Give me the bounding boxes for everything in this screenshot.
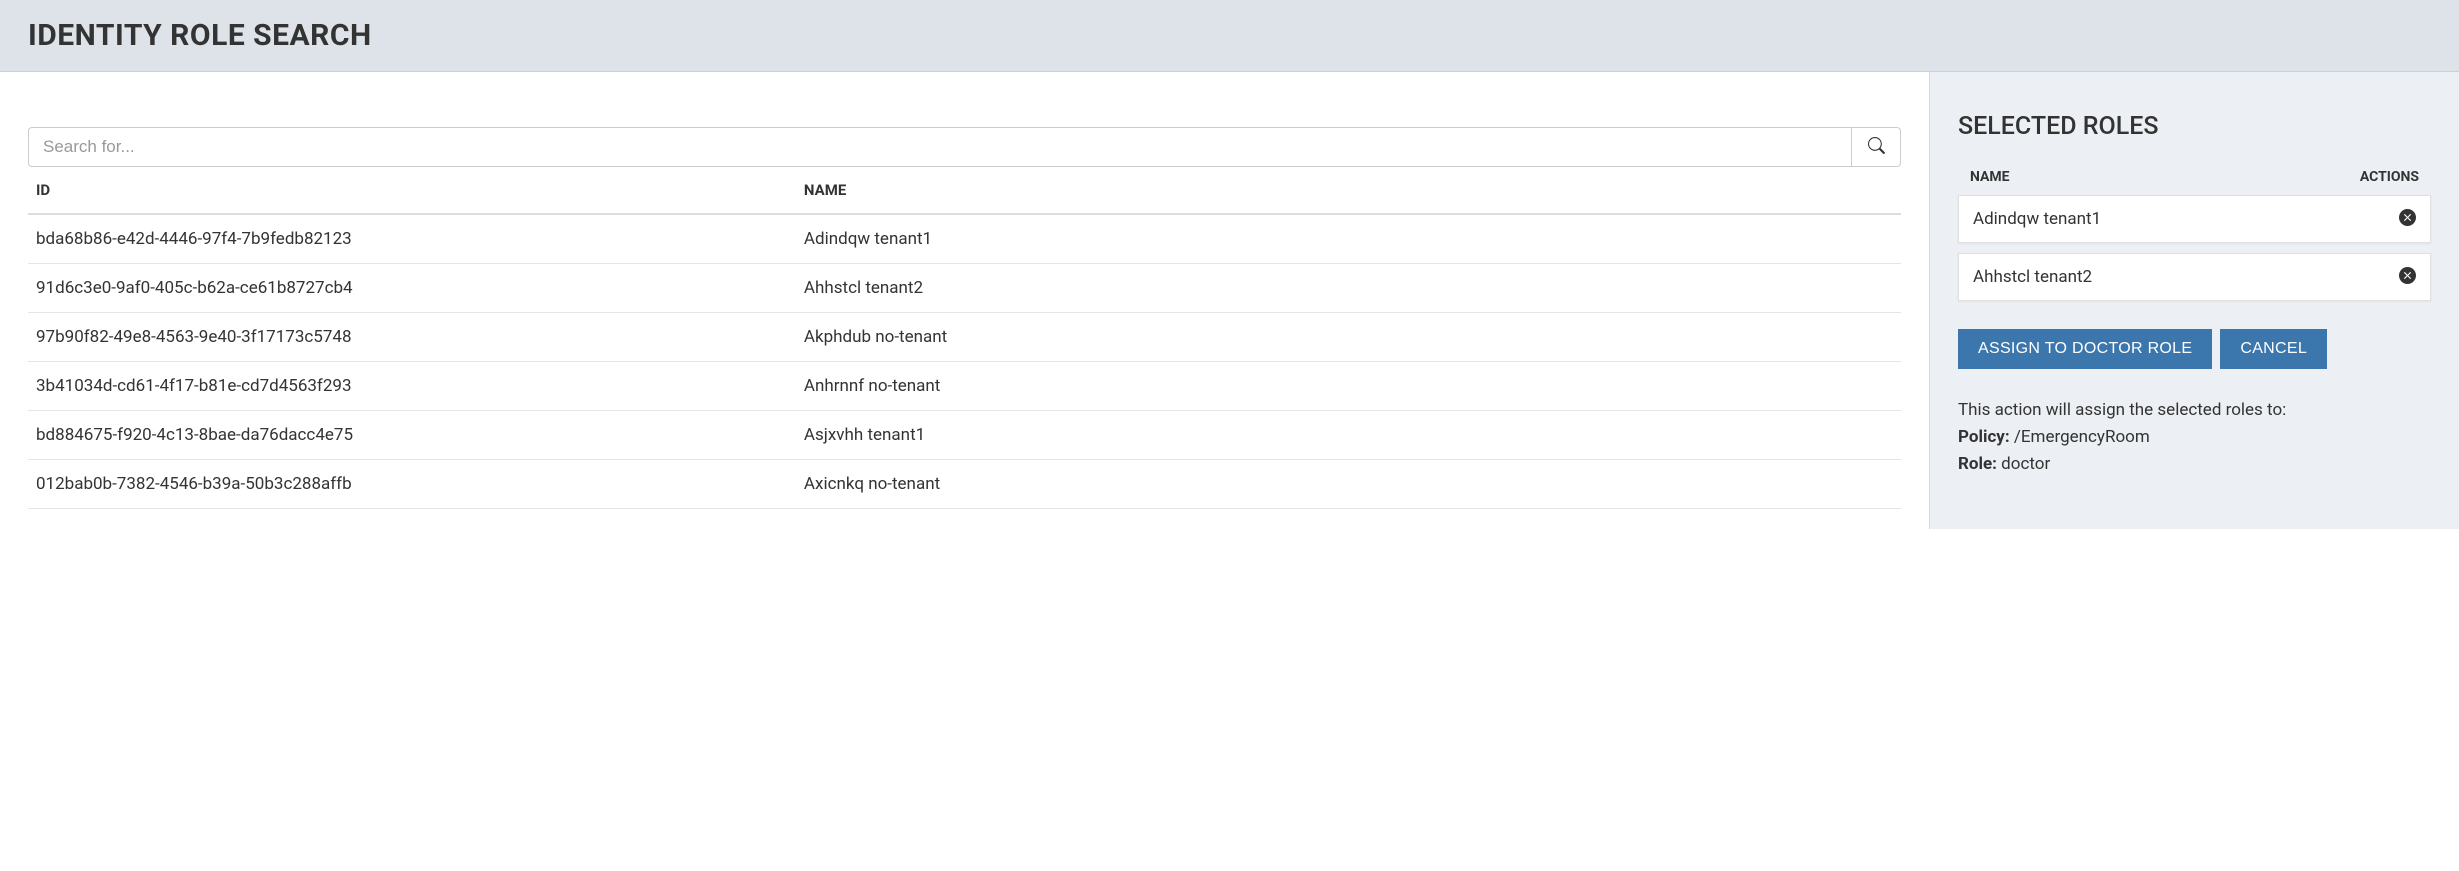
selected-item-name: Ahhstcl tenant2 [1973,267,2092,287]
page-header: IDENTITY ROLE SEARCH [0,0,2459,72]
cell-id: bda68b86-e42d-4446-97f4-7b9fedb82123 [28,214,796,264]
table-row[interactable]: 3b41034d-cd61-4f17-b81e-cd7d4563f293Anhr… [28,362,1901,411]
cell-name: Asjxvhh tenant1 [796,411,1901,460]
cell-name: Axicnkq no-tenant [796,460,1901,509]
cell-name: Adindqw tenant1 [796,214,1901,264]
close-icon [2399,209,2416,229]
search-icon [1868,137,1885,157]
cell-id: 97b90f82-49e8-4563-9e40-3f17173c5748 [28,313,796,362]
info-policy: Policy: /EmergencyRoom [1958,424,2431,451]
search-panel: ID NAME bda68b86-e42d-4446-97f4-7b9fedb8… [0,72,1929,529]
page-title: IDENTITY ROLE SEARCH [28,18,2431,53]
selected-item-name: Adindqw tenant1 [1973,209,2101,229]
search-group [28,127,1901,167]
selected-item: Ahhstcl tenant2 [1958,253,2431,301]
selected-title: SELECTED ROLES [1958,112,2431,141]
table-row[interactable]: bda68b86-e42d-4446-97f4-7b9fedb82123Adin… [28,214,1901,264]
search-button[interactable] [1851,127,1901,167]
cell-id: 012bab0b-7382-4546-b39a-50b3c288affb [28,460,796,509]
cell-id: bd884675-f920-4c13-8bae-da76dacc4e75 [28,411,796,460]
table-row[interactable]: 97b90f82-49e8-4563-9e40-3f17173c5748Akph… [28,313,1901,362]
cell-id: 3b41034d-cd61-4f17-b81e-cd7d4563f293 [28,362,796,411]
selected-panel: SELECTED ROLES NAME ACTIONS Adindqw tena… [1929,72,2459,529]
info-policy-value: /EmergencyRoom [2010,427,2150,447]
table-row[interactable]: 91d6c3e0-9af0-405c-b62a-ce61b8727cb4Ahhs… [28,264,1901,313]
assign-info: This action will assign the selected rol… [1958,397,2431,479]
selected-col-actions: ACTIONS [2360,169,2419,185]
cell-name: Akphdub no-tenant [796,313,1901,362]
selected-header-row: NAME ACTIONS [1958,159,2431,195]
remove-button[interactable] [2399,267,2416,287]
info-lead: This action will assign the selected rol… [1958,397,2431,424]
table-row[interactable]: bd884675-f920-4c13-8bae-da76dacc4e75Asjx… [28,411,1901,460]
info-role-value: doctor [1997,454,2050,474]
cell-name: Anhrnnf no-tenant [796,362,1901,411]
info-policy-label: Policy: [1958,427,2010,447]
col-header-id: ID [28,167,796,214]
roles-table: ID NAME bda68b86-e42d-4446-97f4-7b9fedb8… [28,167,1901,509]
close-icon [2399,267,2416,287]
cell-name: Ahhstcl tenant2 [796,264,1901,313]
col-header-name: NAME [796,167,1901,214]
search-input[interactable] [28,127,1851,167]
selected-col-name: NAME [1970,169,2010,185]
cancel-button[interactable]: CANCEL [2220,329,2327,369]
remove-button[interactable] [2399,209,2416,229]
assign-button[interactable]: ASSIGN TO DOCTOR ROLE [1958,329,2212,369]
action-buttons: ASSIGN TO DOCTOR ROLE CANCEL [1958,329,2431,369]
info-role-label: Role: [1958,454,1997,474]
selected-item: Adindqw tenant1 [1958,195,2431,243]
table-row[interactable]: 012bab0b-7382-4546-b39a-50b3c288affbAxic… [28,460,1901,509]
cell-id: 91d6c3e0-9af0-405c-b62a-ce61b8727cb4 [28,264,796,313]
info-role: Role: doctor [1958,451,2431,478]
